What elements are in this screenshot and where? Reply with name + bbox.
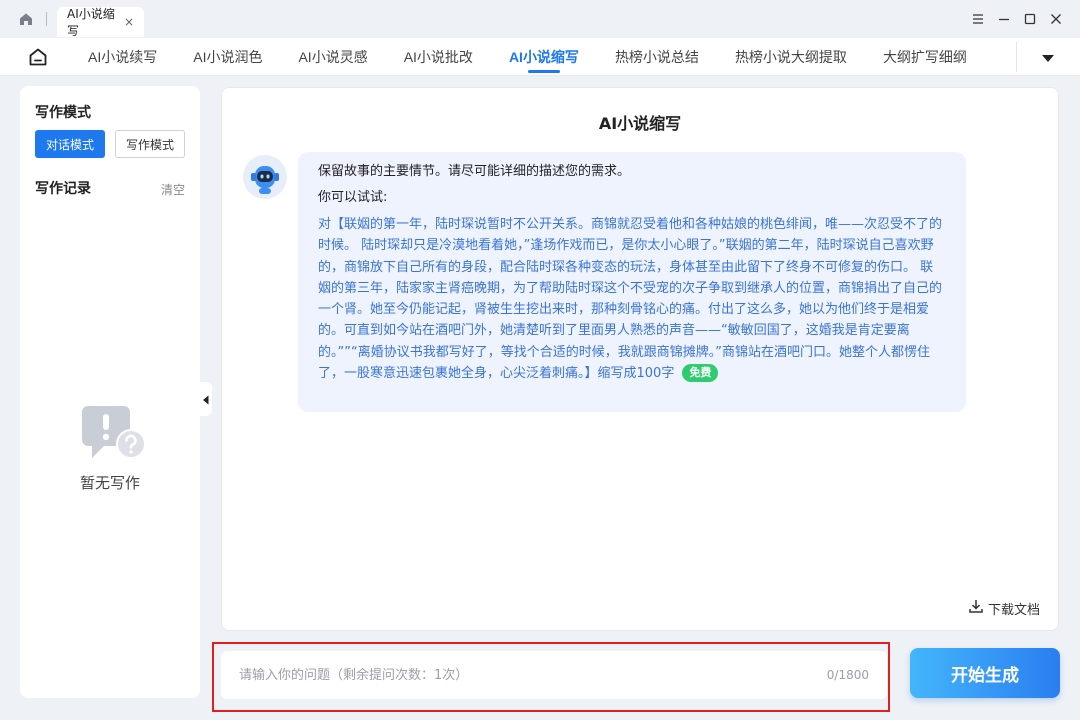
title-separator [46, 12, 47, 26]
nav-item-hot-summary[interactable]: 热榜小说总结 [597, 38, 717, 76]
writing-mode-title: 写作模式 [35, 105, 91, 121]
tab-title: AI小说缩写 [67, 7, 115, 38]
nav-item-review[interactable]: AI小说批改 [386, 38, 491, 76]
maximize-icon[interactable] [1024, 13, 1036, 25]
tab-ai-abbreviate[interactable]: AI小说缩写 × [57, 7, 144, 38]
assistant-message-bubble: 保留故事的主要情节。请尽可能详细的描述您的需求。 你可以试试: 对【联姻的第一年… [298, 152, 966, 412]
highlight-outline [212, 642, 890, 712]
nav-item-abbreviate[interactable]: AI小说缩写 [491, 38, 597, 76]
empty-state-text: 暂无写作 [79, 474, 140, 492]
page-title: AI小说缩写 [598, 114, 682, 133]
home-outline-icon[interactable] [28, 47, 48, 67]
empty-state-icon [80, 404, 146, 460]
writing-records-title: 写作记录 [35, 181, 91, 197]
download-label: 下载文档 [987, 602, 1040, 618]
nav-item-inspiration[interactable]: AI小说灵感 [280, 38, 385, 76]
home-icon[interactable] [16, 9, 36, 29]
caret-left-icon [202, 390, 210, 409]
sidebar-collapse-handle[interactable] [200, 382, 212, 416]
download-document-button[interactable]: 下载文档 [968, 598, 1040, 618]
sidebar: 写作模式 对话模式 写作模式 写作记录 清空 暂无写作 [20, 86, 200, 698]
example-prompt-text[interactable]: 对【联姻的第一年，陆时琛说暂时不公开关系。商锦就忍受着他和各种姑娘的桃色绯闻，唯… [318, 217, 942, 381]
dialog-mode-button[interactable]: 对话模式 [35, 130, 105, 158]
minimize-icon[interactable] [998, 13, 1010, 25]
nav-item-continue[interactable]: AI小说续写 [70, 38, 175, 76]
nav-item-hot-outline[interactable]: 热榜小说大纲提取 [717, 38, 865, 76]
assistant-intro: 保留故事的主要情节。请尽可能详细的描述您的需求。 [318, 164, 631, 179]
nav-item-outline-expand[interactable]: 大纲扩写细纲 [865, 38, 985, 76]
caret-down-icon[interactable] [1040, 50, 1056, 64]
nav-divider [1016, 42, 1017, 72]
menu-icon[interactable] [972, 13, 984, 25]
window-controls [972, 0, 1062, 38]
nav-item-polish[interactable]: AI小说润色 [175, 38, 280, 76]
close-icon[interactable] [1050, 13, 1062, 25]
title-bar: AI小说缩写 × [0, 0, 1080, 38]
clear-records-button[interactable]: 清空 [161, 181, 185, 198]
try-label: 你可以试试: [318, 190, 388, 205]
example-prompt[interactable]: 对【联姻的第一年，陆时琛说暂时不公开关系。商锦就忍受着他和各种姑娘的桃色绯闻，唯… [318, 214, 946, 384]
start-generate-button[interactable]: 开始生成 [910, 648, 1060, 698]
feature-nav: AI小说续写 AI小说润色 AI小说灵感 AI小说批改 AI小说缩写 热榜小说总… [0, 38, 1080, 76]
chat-panel: AI小说缩写 保留故事的主要情节。请尽可能详细的描述您的需求。 你可以试试: 对… [221, 87, 1059, 631]
free-badge: 免费 [682, 364, 719, 383]
download-icon [968, 598, 984, 618]
robot-avatar-icon [242, 154, 288, 200]
tab-close-icon[interactable]: × [124, 15, 134, 29]
writing-mode-button[interactable]: 写作模式 [115, 130, 185, 158]
